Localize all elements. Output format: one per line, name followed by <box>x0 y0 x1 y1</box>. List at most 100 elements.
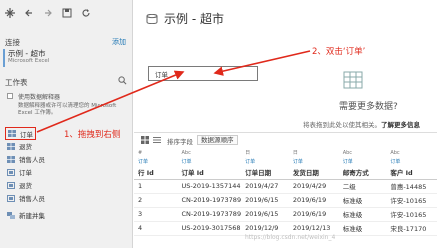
data-grid: # Abc 日 日 Abc Abc 订单 订单 订单 订单 订单 订单 行 Id… <box>134 148 437 248</box>
cell: 许安-10165 <box>386 207 437 222</box>
source-row: 订单 订单 订单 订单 订单 订单 <box>134 157 437 165</box>
column-type[interactable]: # <box>134 148 178 157</box>
tableau-logo-icon[interactable] <box>4 8 15 19</box>
cell: 2019/12/13 <box>288 221 339 236</box>
connection-name: 示例 - 超市 <box>8 49 46 58</box>
datasource-title[interactable]: 示例 - 超市 <box>164 10 224 27</box>
header-row: 行 Id 订单 Id 订单日期 发货日期 邮寄方式 客户 Id <box>134 165 437 180</box>
cell: US-2019-1357144 <box>177 179 242 194</box>
named-range-item-returns[interactable]: 退货 <box>7 180 32 190</box>
column-type[interactable]: 日 <box>289 148 339 157</box>
cell: 标准级 <box>338 221 387 236</box>
cell: 3 <box>134 207 178 222</box>
sheet-icon <box>7 155 15 163</box>
cell: 4 <box>134 221 178 236</box>
cell: 标准级 <box>338 207 387 222</box>
sheet-item-orders[interactable]: 订单 <box>5 127 36 140</box>
need-more-data-title: 需要更多数据? <box>339 102 398 112</box>
data-interpreter-checkbox[interactable] <box>7 93 13 99</box>
cell: 2019/6/15 <box>241 193 289 208</box>
column-source: 订单 <box>292 158 303 165</box>
grid-toolbar: 排序字段 数据源顺序 <box>134 132 437 146</box>
top-toolbar <box>4 6 91 20</box>
cell: CN-2019-1973789 <box>177 207 242 222</box>
column-type[interactable]: Abc <box>178 148 242 157</box>
column-source: 订单 <box>390 158 401 165</box>
cell: 宋良-17170 <box>386 221 437 236</box>
column-header[interactable]: 发货日期 <box>288 165 339 180</box>
table-row: 2 CN-2019-1973789 2019/6/15 2019/6/19 标准… <box>134 193 437 208</box>
cell: 许安-10165 <box>386 193 437 208</box>
column-source: 订单 <box>342 158 353 165</box>
table-grid-icon <box>343 71 363 89</box>
sheet-label: 退货 <box>19 143 32 151</box>
cell: 曾惠-14485 <box>386 179 437 194</box>
table-row: 1 US-2019-1357144 2019/4/27 2019/4/29 二级… <box>134 179 437 194</box>
sheet-label: 退货 <box>19 182 32 190</box>
cell: 2019/4/29 <box>288 179 339 194</box>
datasource-header: 示例 - 超市 <box>134 0 437 36</box>
back-arrow-icon[interactable] <box>23 8 34 19</box>
data-interpreter-label: 使用数据解释器 <box>18 94 61 101</box>
cell: 2019/6/19 <box>288 207 339 222</box>
sheet-label: 销售人员 <box>19 156 45 164</box>
need-more-data-text: 将表拖到此处以使其相关。 <box>303 121 381 129</box>
column-type[interactable]: 日 <box>241 148 289 157</box>
cell: US-2019-3017568 <box>177 221 242 236</box>
union-icon <box>7 211 15 219</box>
cell: 2019/6/15 <box>241 207 289 222</box>
named-range-icon <box>7 194 15 202</box>
cell: 2 <box>134 193 178 208</box>
sort-label: 排序字段 <box>167 138 193 146</box>
data-interpreter-description: 数据解释器或许可以清理您的 Microsoft Excel 工作簿。 <box>18 103 117 116</box>
canvas-table-orders[interactable]: 订单 <box>148 66 258 81</box>
sheet-icon <box>7 142 15 150</box>
column-header[interactable]: 订单 Id <box>177 165 242 180</box>
connections-title: 连接 <box>5 38 20 47</box>
column-source: 订单 <box>138 158 149 165</box>
refresh-icon[interactable] <box>80 8 91 19</box>
forward-arrow-icon[interactable] <box>42 8 53 19</box>
join-canvas[interactable]: 订单 2、双击‘订单’ 需要更多数据? 将表拖到此处以使其相关。了解更多信息 <box>134 36 437 132</box>
watermark: https://blog.csdn.net/weixin_4 <box>245 234 336 241</box>
named-range-item-orders[interactable]: 订单 <box>7 167 32 177</box>
worksheets-title: 工作表 <box>5 78 28 87</box>
connection-item[interactable]: 示例 - 超市 Microsoft Excel <box>3 49 130 67</box>
cell: 二级 <box>338 179 387 194</box>
cell: 2019/12/9 <box>241 221 289 236</box>
grid-view-icon[interactable] <box>141 136 149 144</box>
need-more-data-description: 将表拖到此处以使其相关。了解更多信息 <box>303 119 420 129</box>
new-union-button[interactable]: 新建并集 <box>7 210 45 220</box>
column-header[interactable]: 客户 Id <box>386 165 437 180</box>
sheet-item-returns[interactable]: 退货 <box>7 141 32 151</box>
column-type[interactable]: Abc <box>386 148 437 157</box>
add-connection-link[interactable]: 添加 <box>112 37 126 47</box>
save-icon[interactable] <box>61 8 72 19</box>
list-view-icon[interactable] <box>153 136 161 144</box>
sheet-label: 销售人员 <box>19 195 45 203</box>
named-range-item-salespeople[interactable]: 销售人员 <box>7 193 45 203</box>
left-panel: 连接 添加 示例 - 超市 Microsoft Excel 工作表 使用数据解释… <box>0 0 133 248</box>
cell: 标准级 <box>338 193 387 208</box>
column-header[interactable]: 邮寄方式 <box>338 165 387 180</box>
sort-dropdown[interactable]: 数据源顺序 <box>197 135 238 145</box>
sheet-item-salespeople[interactable]: 销售人员 <box>7 154 45 164</box>
sheet-icon <box>8 130 16 137</box>
column-source: 订单 <box>181 158 192 165</box>
search-icon[interactable] <box>118 76 127 85</box>
sheet-label: 订单 <box>19 169 32 177</box>
column-type[interactable]: Abc <box>339 148 387 157</box>
datasource-icon <box>146 14 158 24</box>
column-header[interactable]: 订单日期 <box>241 165 289 180</box>
column-header[interactable]: 行 Id <box>134 165 178 180</box>
cell: 2019/4/27 <box>241 179 289 194</box>
sheet-label: 订单 <box>20 130 33 139</box>
table-row: 3 CN-2019-1973789 2019/6/15 2019/6/19 标准… <box>134 207 437 222</box>
learn-more-link[interactable]: 了解更多信息 <box>381 121 420 129</box>
canvas-table-label: 订单 <box>155 70 168 79</box>
named-range-icon <box>7 168 15 176</box>
cell: 1 <box>134 179 178 194</box>
named-range-icon <box>7 181 15 189</box>
cell: CN-2019-1973789 <box>177 193 242 208</box>
connection-type: Microsoft Excel <box>8 58 50 64</box>
